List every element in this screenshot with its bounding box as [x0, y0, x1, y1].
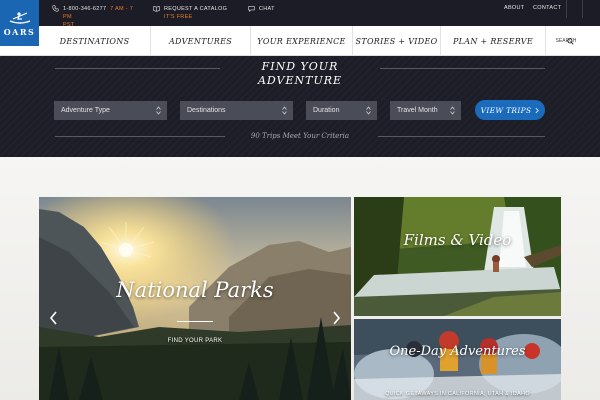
- main-nav: Destinations Adventures Your Experience …: [0, 26, 600, 56]
- updown-chevron-icon: [450, 106, 455, 115]
- select-label: Adventure Type: [61, 107, 110, 114]
- topbar-divider: [566, 0, 567, 18]
- updown-chevron-icon: [366, 106, 371, 115]
- updown-chevron-icon: [282, 106, 287, 115]
- about-link[interactable]: ABOUT: [504, 5, 524, 11]
- view-trips-label: View Trips: [480, 105, 532, 115]
- nav-stories-video[interactable]: Stories + Video: [353, 26, 441, 56]
- travel-month-select[interactable]: Travel Month: [390, 101, 461, 120]
- chat-link[interactable]: CHAT: [248, 5, 275, 13]
- search-button[interactable]: Search: [546, 26, 584, 56]
- trip-finder: Find Your Adventure Adventure Type Desti…: [0, 56, 600, 157]
- contact-link[interactable]: CONTACT: [533, 5, 561, 11]
- view-trips-button[interactable]: View Trips: [475, 100, 545, 120]
- national-parks-tile[interactable]: National Parks Find Your Park: [39, 197, 351, 400]
- request-catalog-link[interactable]: REQUEST A CATALOG IT'S FREE: [153, 5, 231, 21]
- films-video-tile[interactable]: Films & Video: [354, 197, 561, 316]
- updown-chevron-icon: [156, 106, 161, 115]
- nav-your-experience[interactable]: Your Experience: [251, 26, 353, 56]
- carousel-next-arrow-icon[interactable]: [331, 311, 341, 325]
- national-parks-title: National Parks: [116, 278, 274, 302]
- select-label: Travel Month: [397, 107, 438, 114]
- nav-plan-reserve[interactable]: Plan + Reserve: [441, 26, 546, 56]
- carousel-prev-arrow-icon[interactable]: [49, 311, 59, 325]
- one-day-adventures-tile[interactable]: One-Day Adventures Quick Getaways in Cal…: [354, 319, 561, 400]
- trip-count-text: 90 Trips Meet Your Criteria: [250, 132, 350, 140]
- one-day-adventures-title: One-Day Adventures: [389, 344, 526, 359]
- rafter-logo-icon: [9, 12, 30, 24]
- adventure-type-select[interactable]: Adventure Type: [54, 101, 167, 120]
- logo-text: OARS: [3, 27, 36, 37]
- topbar-divider: [582, 0, 583, 18]
- oars-logo[interactable]: OARS: [0, 0, 39, 46]
- top-utility-bar: 1-800-346-6277 7 AM - 7 PM PST REQUEST A…: [0, 0, 600, 28]
- chat-icon: [248, 6, 255, 12]
- rafting-image: [354, 319, 561, 400]
- title-underline: [177, 321, 213, 322]
- phone-number: 1-800-346-6277: [63, 6, 107, 12]
- find-your-park-link[interactable]: Find Your Park: [39, 338, 351, 344]
- destinations-select[interactable]: Destinations: [180, 101, 293, 120]
- nav-destinations[interactable]: Destinations: [39, 26, 151, 56]
- quick-getaways-link[interactable]: Quick Getaways in California, Utah & Ida…: [354, 391, 561, 397]
- nav-adventures[interactable]: Adventures: [151, 26, 251, 56]
- films-video-title: Films & Video: [403, 231, 512, 249]
- search-icon: [567, 37, 575, 45]
- book-icon: [153, 5, 160, 12]
- chevron-right-icon: [535, 107, 540, 113]
- waterfall-image: [354, 197, 561, 316]
- catalog-label: REQUEST A CATALOG: [164, 6, 228, 12]
- select-label: Duration: [313, 107, 340, 114]
- duration-select[interactable]: Duration: [306, 101, 377, 120]
- chat-label: CHAT: [259, 6, 275, 12]
- select-label: Destinations: [187, 107, 226, 114]
- finder-title-line1: Find Your: [261, 60, 339, 73]
- catalog-free-text: IT'S FREE: [164, 14, 193, 20]
- phone-icon: [52, 5, 59, 12]
- finder-title-line2: Adventure: [257, 74, 343, 87]
